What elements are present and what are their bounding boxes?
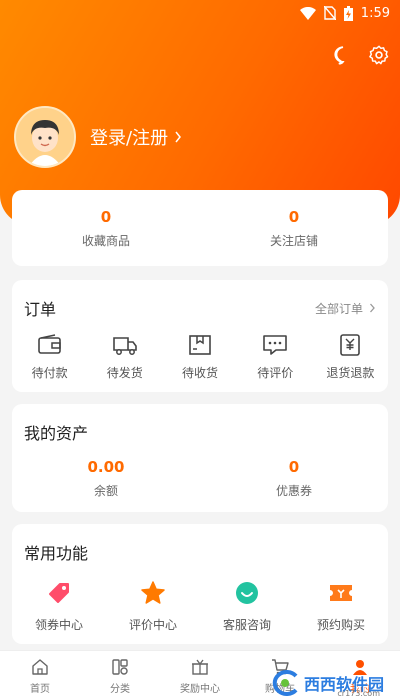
order-pending-payment-label: 待付款 <box>31 366 68 380</box>
order-pending-shipment-label: 待发货 <box>106 366 143 380</box>
review-center[interactable]: 评价中心 <box>106 580 200 633</box>
truck-icon <box>112 337 137 355</box>
refund-icon <box>340 334 361 356</box>
message-icon[interactable] <box>332 44 354 66</box>
service-icon <box>236 582 258 604</box>
favorite-products-count: 0 <box>100 207 112 226</box>
coupons[interactable]: 0 优惠券 <box>200 458 388 499</box>
coupons-label: 优惠券 <box>275 484 312 498</box>
order-pending-shipment[interactable]: 待发货 <box>87 334 162 381</box>
order-refund[interactable]: 退货退款 <box>313 334 388 381</box>
order-pending-receipt[interactable]: 待收货 <box>162 334 237 381</box>
customer-service[interactable]: 客服咨询 <box>200 580 294 633</box>
followed-stores-label: 关注店铺 <box>269 233 318 248</box>
balance-value: 0.00 <box>87 458 125 476</box>
coupon-tag-icon <box>49 583 69 603</box>
settings-gear-icon[interactable] <box>368 44 390 66</box>
reservation-purchase[interactable]: 预约购买 <box>294 580 388 633</box>
balance[interactable]: 0.00 余额 <box>12 458 200 499</box>
tab-category-label: 分类 <box>110 683 130 695</box>
functions-title: 常用功能 <box>24 544 89 563</box>
watermark-logo-icon <box>272 670 298 696</box>
favorite-products-label: 收藏商品 <box>81 233 130 248</box>
common-functions-card: 常用功能 领券中心 评价中心 客服咨询 预约购买 <box>12 524 388 644</box>
customer-service-label: 客服咨询 <box>222 618 271 632</box>
tab-reward-center[interactable]: 奖励中心 <box>160 651 240 700</box>
order-pending-review-label: 待评价 <box>257 366 294 380</box>
chevron-right-icon <box>370 303 375 313</box>
home-icon <box>32 658 48 675</box>
followed-stores-count: 0 <box>288 207 300 226</box>
comment-icon <box>263 335 288 355</box>
tab-category[interactable]: 分类 <box>80 651 160 700</box>
reservation-purchase-label: 预约购买 <box>316 618 365 632</box>
tab-reward-center-label: 奖励中心 <box>180 683 220 695</box>
chevron-right-icon <box>175 131 182 143</box>
all-orders-label: 全部订单 <box>314 301 363 316</box>
all-orders-link[interactable]: 全部订单 <box>315 300 376 317</box>
orders-card: 订单 全部订单 待付款 待发货 待收货 待评价 退货退款 <box>12 280 388 392</box>
coupon-center[interactable]: 领券中心 <box>12 580 106 633</box>
status-time: 1:59 <box>360 5 390 21</box>
review-center-label: 评价中心 <box>128 618 177 632</box>
category-icon <box>112 658 128 675</box>
ticket-icon <box>330 585 352 601</box>
status-bar: 1:59 <box>0 0 400 26</box>
coupons-value: 0 <box>288 458 300 476</box>
wifi-icon <box>299 6 316 20</box>
reward-icon <box>192 659 208 675</box>
top-actions <box>332 44 390 66</box>
assets-card: 我的资产 0.00 余额 0 优惠券 <box>12 404 388 512</box>
order-pending-payment[interactable]: 待付款 <box>12 334 87 381</box>
profile-section: 登录/注册 <box>14 106 182 168</box>
watermark-url: cr173.com <box>337 689 380 698</box>
login-label: 登录/注册 <box>90 128 169 149</box>
avatar[interactable] <box>14 106 76 168</box>
package-icon <box>189 335 211 355</box>
order-pending-review[interactable]: 待评价 <box>238 334 313 381</box>
star-icon <box>141 581 165 604</box>
order-refund-label: 退货退款 <box>326 366 375 380</box>
tab-home[interactable]: 首页 <box>0 651 80 700</box>
order-pending-receipt-label: 待收货 <box>182 366 219 380</box>
site-watermark: 西西软件园 cr173.com <box>270 670 384 698</box>
balance-label: 余额 <box>93 484 118 498</box>
followed-stores[interactable]: 0 关注店铺 <box>200 190 388 266</box>
favorite-products[interactable]: 0 收藏商品 <box>12 190 200 266</box>
avatar-cartoon-icon <box>16 108 74 166</box>
battery-charging-icon <box>343 5 353 21</box>
assets-title: 我的资产 <box>24 424 89 443</box>
tab-home-label: 首页 <box>30 683 50 695</box>
coupon-center-label: 领券中心 <box>34 618 83 632</box>
orders-title: 订单 <box>24 300 57 319</box>
wallet-icon <box>37 334 61 354</box>
login-register-link[interactable]: 登录/注册 <box>90 124 182 150</box>
favorites-card: 0 收藏商品 0 关注店铺 <box>12 190 388 266</box>
no-sim-icon <box>323 6 336 20</box>
